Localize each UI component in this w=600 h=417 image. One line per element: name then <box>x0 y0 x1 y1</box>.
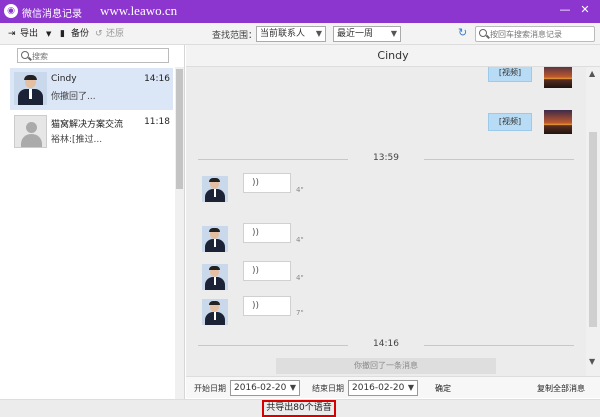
chat-header: Cindy <box>186 45 600 67</box>
scrollbar-thumb[interactable] <box>176 69 183 189</box>
scope-select-value: 当前联系人 <box>260 29 306 39</box>
voice-duration: 4" <box>296 274 304 282</box>
search-icon <box>479 29 487 37</box>
chevron-down-icon: ▼ <box>289 383 296 392</box>
toolbar: ⇥ 导出 ▼ ▮ 备份 ↺ 还原 查找范围： 当前联系人 ▼ 最近一周 ▼ ↻ <box>0 23 600 45</box>
video-message-bubble[interactable]: [视频] <box>488 113 532 131</box>
voice-wave-icon: )) <box>252 301 260 311</box>
video-thumbnail[interactable] <box>544 67 572 88</box>
chat-scrollbar[interactable]: ▲ ▼ <box>586 67 600 376</box>
contact-time: 14:16 <box>144 74 170 84</box>
export-button[interactable]: 导出 <box>20 27 38 41</box>
time-separator: 13:59 <box>198 153 574 164</box>
sidebar-scrollbar[interactable] <box>175 67 184 399</box>
restore-icon: ↺ <box>95 29 103 39</box>
wechat-logo-icon: ◉ <box>4 4 18 18</box>
video-thumbnail[interactable] <box>544 110 572 134</box>
status-bar: 共导出80个语音 <box>0 399 600 417</box>
backup-button[interactable]: 备份 <box>71 27 89 41</box>
export-icon: ⇥ <box>8 29 16 39</box>
chat-message-area: [视频] [视频] 13:59 )) 4" )) 4" )) 4" )) 7" … <box>186 67 586 376</box>
contact-name: Cindy <box>51 74 77 84</box>
default-avatar-icon <box>14 115 47 148</box>
message-search-input[interactable] <box>490 29 590 39</box>
voice-message: )) 4" <box>186 172 586 202</box>
voice-bubble[interactable]: )) <box>243 173 291 193</box>
period-select[interactable]: 最近一周 ▼ <box>333 26 401 42</box>
voice-bubble[interactable]: )) <box>243 296 291 316</box>
recall-notice: 你撤回了一条消息 <box>276 358 496 374</box>
contact-sidebar: Cindy 14:16 你撤回了... 猫窝解决方案交流 11:18 裕林:[推… <box>0 45 185 399</box>
export-dropdown-caret[interactable]: ▼ <box>46 27 51 41</box>
contact-search-input[interactable] <box>32 51 132 61</box>
copy-all-button[interactable]: 复制全部消息 <box>537 383 585 394</box>
export-count-status: 共导出80个语音 <box>262 400 336 417</box>
voice-wave-icon: )) <box>252 266 260 276</box>
voice-bubble[interactable]: )) <box>243 223 291 243</box>
scope-select[interactable]: 当前联系人 ▼ <box>256 26 326 42</box>
start-date-label: 开始日期 <box>194 384 226 393</box>
date-filter-bar: 开始日期 2016-02-20 ▼ 结束日期 2016-02-20 ▼ 确定 复… <box>186 376 600 398</box>
backup-icon: ▮ <box>60 29 65 39</box>
message-search-box[interactable] <box>475 26 595 42</box>
start-date-value: 2016-02-20 <box>234 383 287 393</box>
end-date-value: 2016-02-20 <box>352 383 405 393</box>
avatar <box>202 264 228 290</box>
time-separator: 14:16 <box>198 339 574 350</box>
time-separator-text: 13:59 <box>373 153 399 163</box>
avatar <box>202 226 228 252</box>
voice-wave-icon: )) <box>252 178 260 188</box>
voice-bubble[interactable]: )) <box>243 261 291 281</box>
contact-search-box[interactable] <box>17 48 169 63</box>
voice-duration: 7" <box>296 309 304 317</box>
voice-message: )) 4" <box>186 260 586 290</box>
scrollbar-thumb[interactable] <box>589 132 597 327</box>
end-date-picker[interactable]: 2016-02-20 ▼ <box>348 380 418 396</box>
close-button[interactable]: ✕ <box>578 3 592 17</box>
contact-item-group[interactable]: 猫窝解决方案交流 11:18 裕林:[推过... <box>10 111 173 153</box>
confirm-button[interactable]: 确定 <box>435 383 451 394</box>
chevron-down-icon: ▼ <box>407 383 414 392</box>
refresh-icon[interactable]: ↻ <box>458 26 467 40</box>
voice-message: )) 7" <box>186 295 586 325</box>
chevron-down-icon: ▼ <box>390 29 397 38</box>
minimize-button[interactable]: — <box>558 3 572 17</box>
restore-button[interactable]: 还原 <box>106 27 124 41</box>
voice-message: )) 4" <box>186 222 586 252</box>
voice-duration: 4" <box>296 186 304 194</box>
start-date-picker[interactable]: 2016-02-20 ▼ <box>230 380 300 396</box>
scroll-up-icon[interactable]: ▲ <box>589 69 595 78</box>
voice-wave-icon: )) <box>252 228 260 238</box>
title-bar: ◉ 微信消息记录 www.leawo.cn — ✕ <box>0 0 600 23</box>
scroll-down-icon[interactable]: ▼ <box>589 357 595 366</box>
avatar <box>202 299 228 325</box>
voice-duration: 4" <box>296 236 304 244</box>
contact-preview: 你撤回了... <box>51 92 96 102</box>
contact-name: 猫窝解决方案交流 <box>51 120 124 130</box>
video-message-bubble[interactable]: [视频] <box>488 67 532 82</box>
contact-item-cindy[interactable]: Cindy 14:16 你撤回了... <box>10 68 173 110</box>
site-watermark: www.leawo.cn <box>100 3 178 18</box>
contact-time: 11:18 <box>144 117 170 127</box>
scope-label: 查找范围： <box>212 31 258 41</box>
period-select-value: 最近一周 <box>337 29 374 39</box>
app-title: 微信消息记录 <box>22 9 82 20</box>
time-separator-text: 14:16 <box>373 339 399 349</box>
contact-preview: 裕林:[推过... <box>51 135 103 145</box>
avatar <box>14 72 47 105</box>
search-icon <box>21 51 29 59</box>
end-date-label: 结束日期 <box>312 384 344 393</box>
avatar <box>202 176 228 202</box>
chevron-down-icon: ▼ <box>315 29 322 38</box>
